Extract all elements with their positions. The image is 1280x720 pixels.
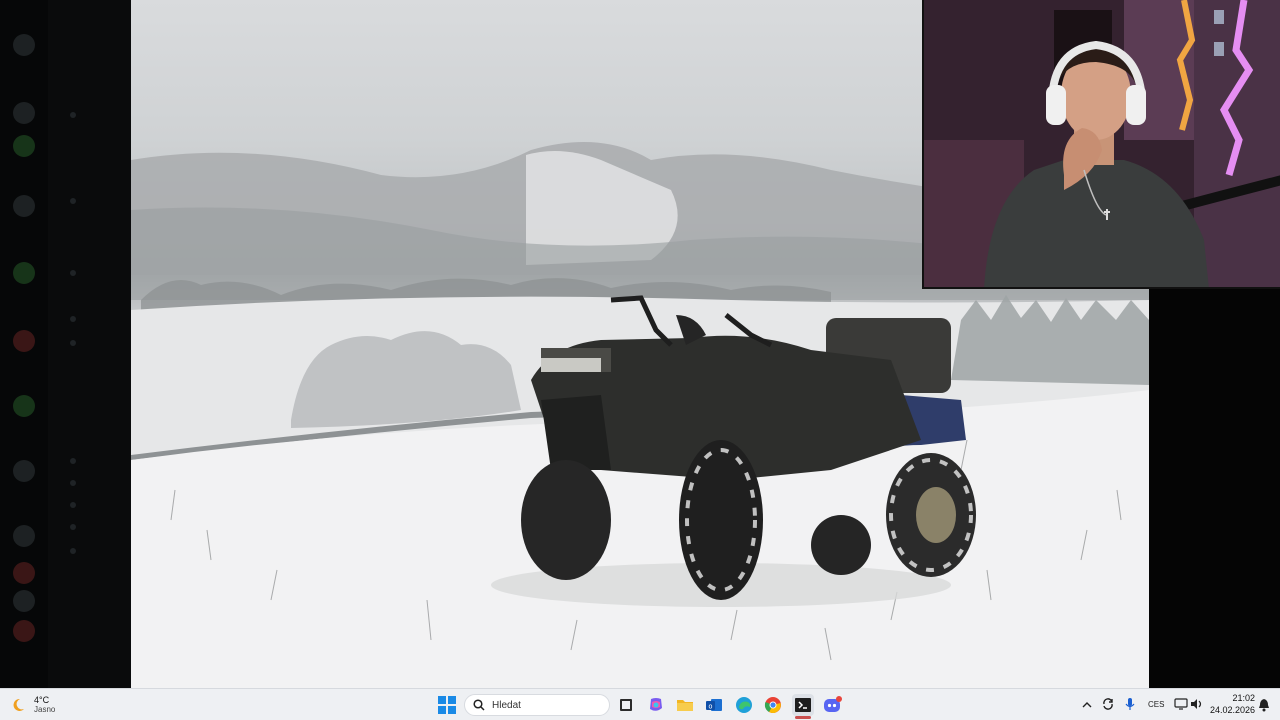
server-icon[interactable] <box>13 34 35 56</box>
terminal-icon[interactable] <box>792 694 814 719</box>
server-icon[interactable] <box>13 195 35 217</box>
channel-row[interactable] <box>54 546 80 560</box>
svg-text:o: o <box>709 704 713 711</box>
search-placeholder: Hledat <box>492 699 521 711</box>
notification-bell-icon[interactable] <box>1258 698 1270 712</box>
weather-widget[interactable]: 4°C Jasno <box>10 693 55 717</box>
chevron-up-icon[interactable] <box>1082 700 1092 710</box>
edge-icon[interactable] <box>733 694 755 716</box>
start-icon[interactable] <box>438 696 456 714</box>
network-icon[interactable] <box>1174 697 1188 711</box>
search-icon <box>473 699 485 711</box>
copilot-icon[interactable] <box>645 694 667 716</box>
active-app-indicator <box>795 716 811 719</box>
sync-icon[interactable] <box>1101 697 1115 711</box>
task-view-icon[interactable] <box>615 694 637 716</box>
outlook-icon[interactable]: o <box>703 694 725 716</box>
right-overlay-panel <box>1149 289 1280 688</box>
webcam-overlay <box>922 0 1280 289</box>
microphone-icon[interactable] <box>1124 697 1136 711</box>
server-icon[interactable] <box>13 102 35 124</box>
server-icon[interactable] <box>13 262 35 284</box>
channel-row[interactable] <box>54 314 80 328</box>
channel-row[interactable] <box>54 456 80 470</box>
weather-temperature: 4°C <box>34 695 50 705</box>
server-icon[interactable] <box>13 135 35 157</box>
server-list <box>0 0 48 688</box>
system-clock[interactable]: 21:02 24.02.2026 <box>1207 693 1255 716</box>
channel-row[interactable] <box>54 196 80 210</box>
channel-row[interactable] <box>54 478 80 492</box>
folder-icon[interactable] <box>674 694 696 716</box>
channel-row[interactable] <box>54 522 80 536</box>
server-icon[interactable] <box>13 395 35 417</box>
clock-date: 24.02.2026 <box>1209 705 1255 715</box>
server-icon[interactable] <box>13 620 35 642</box>
channel-row[interactable] <box>54 268 80 282</box>
server-icon[interactable] <box>13 525 35 547</box>
windows-taskbar: 4°C Jasno Hledat o CES 21:02 24.02.2026 <box>0 688 1280 720</box>
server-icon[interactable] <box>13 330 35 352</box>
streamer-webcam <box>924 0 1280 287</box>
discord-channel-panel <box>0 0 131 688</box>
server-icon[interactable] <box>13 562 35 584</box>
channel-row[interactable] <box>54 110 80 124</box>
moon-icon <box>13 698 24 711</box>
volume-icon[interactable] <box>1190 697 1204 711</box>
clock-time: 21:02 <box>1232 693 1255 703</box>
chrome-icon[interactable] <box>762 694 784 716</box>
weather-condition: Jasno <box>34 705 56 714</box>
server-icon[interactable] <box>13 460 35 482</box>
language-indicator[interactable]: CES <box>1148 700 1164 709</box>
server-icon[interactable] <box>13 590 35 612</box>
desktop-screen: 4°C Jasno Hledat o CES 21:02 24.02.2026 <box>0 0 1280 720</box>
channel-row[interactable] <box>54 338 80 352</box>
discord-icon[interactable] <box>822 694 844 716</box>
taskbar-search-box[interactable]: Hledat <box>464 694 610 716</box>
channel-row[interactable] <box>54 500 80 514</box>
